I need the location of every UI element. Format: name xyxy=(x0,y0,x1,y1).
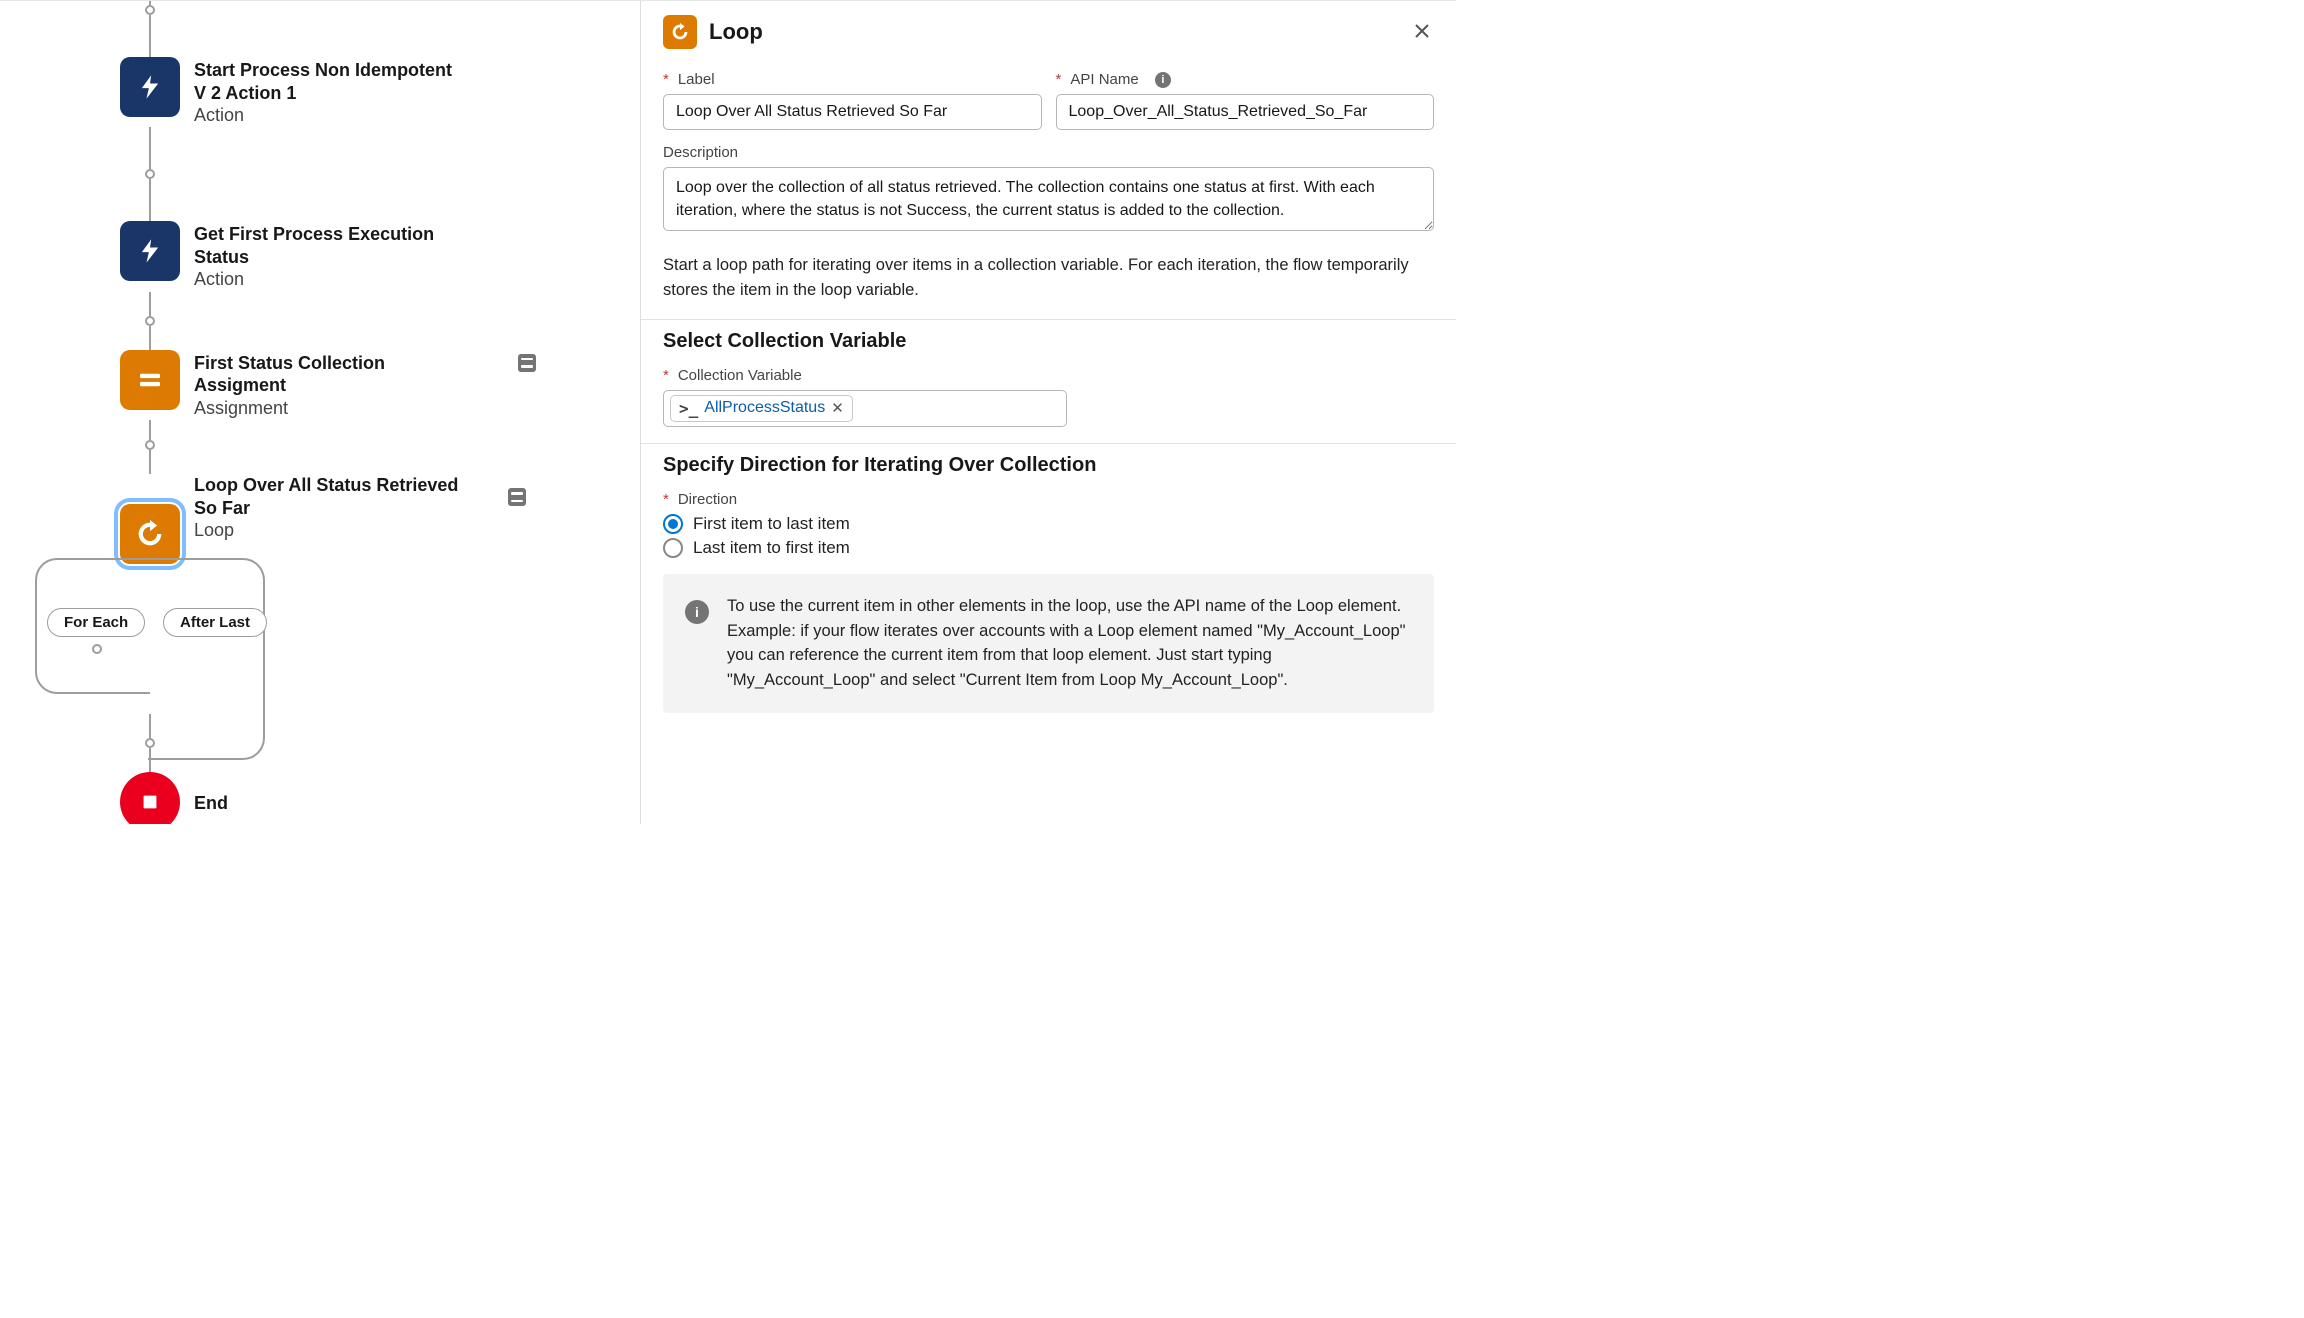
label-field-label: *Label xyxy=(663,71,1042,88)
flow-node-action-1[interactable]: Start Process Non Idempotent V 2 Action … xyxy=(120,57,595,127)
node-title: Get First Process Execution Status xyxy=(194,223,464,268)
stop-icon xyxy=(120,772,180,824)
collection-variable-input[interactable]: >_ AllProcessStatus ✕ xyxy=(663,390,1067,427)
radio-unchecked-icon xyxy=(663,538,683,558)
apiname-field-label: *API Name i xyxy=(1056,71,1435,88)
panel-header: Loop xyxy=(641,1,1456,61)
close-button[interactable] xyxy=(1410,15,1434,49)
branch-after-last[interactable]: After Last xyxy=(163,608,267,637)
node-type: Assignment xyxy=(194,397,464,420)
radio-label: Last item to first item xyxy=(693,538,850,558)
loop-branches: For Each After Last xyxy=(35,558,315,718)
description-textarea[interactable]: Loop over the collection of all status r… xyxy=(663,167,1434,231)
resource-icon: >_ xyxy=(679,399,698,418)
info-callout: i To use the current item in other eleme… xyxy=(663,574,1434,713)
branch-for-each[interactable]: For Each xyxy=(47,608,145,637)
radio-label: First item to last item xyxy=(693,514,850,534)
equals-icon xyxy=(120,350,180,410)
flow-node-end[interactable]: End xyxy=(120,772,595,824)
node-type: Loop xyxy=(194,519,464,542)
collection-variable-label: *Collection Variable xyxy=(663,367,1434,384)
radio-checked-icon xyxy=(663,514,683,534)
direction-option-first-to-last[interactable]: First item to last item xyxy=(663,514,1434,534)
flow-canvas[interactable]: Start Process Non Idempotent V 2 Action … xyxy=(0,1,640,824)
collection-variable-token[interactable]: >_ AllProcessStatus ✕ xyxy=(670,395,853,422)
flow-node-assignment[interactable]: First Status Collection Assigment Assign… xyxy=(120,350,595,420)
info-icon[interactable]: i xyxy=(1155,72,1171,88)
panel-title: Loop xyxy=(709,19,763,45)
collection-heading: Select Collection Variable xyxy=(663,330,1434,353)
loop-help-text: Start a loop path for iterating over ite… xyxy=(663,253,1434,303)
note-icon[interactable] xyxy=(508,488,526,506)
token-name: AllProcessStatus xyxy=(704,399,825,417)
loop-icon xyxy=(663,15,697,49)
direction-heading: Specify Direction for Iterating Over Col… xyxy=(663,454,1434,477)
note-icon[interactable] xyxy=(518,354,536,372)
direction-radio-group: First item to last item Last item to fir… xyxy=(663,514,1434,558)
lightning-icon xyxy=(120,221,180,281)
callout-text: To use the current item in other element… xyxy=(727,594,1412,693)
node-type: Action xyxy=(194,104,464,127)
flow-node-action-2[interactable]: Get First Process Execution Status Actio… xyxy=(120,221,595,291)
loop-icon[interactable] xyxy=(120,504,180,564)
direction-option-last-to-first[interactable]: Last item to first item xyxy=(663,538,1434,558)
node-title: Start Process Non Idempotent V 2 Action … xyxy=(194,59,464,104)
node-type: Action xyxy=(194,268,464,291)
description-field-label: Description xyxy=(663,144,1434,161)
node-title: End xyxy=(194,792,228,815)
apiname-input[interactable] xyxy=(1056,94,1435,130)
node-title: Loop Over All Status Retrieved So Far xyxy=(194,474,464,519)
direction-label: *Direction xyxy=(663,491,1434,508)
label-input[interactable] xyxy=(663,94,1042,130)
lightning-icon xyxy=(120,57,180,117)
node-title: First Status Collection Assigment xyxy=(194,352,464,397)
token-remove-icon[interactable]: ✕ xyxy=(831,399,844,417)
info-icon: i xyxy=(685,600,709,624)
details-panel: Loop *Label *API Name i Description Loop… xyxy=(640,1,1456,824)
